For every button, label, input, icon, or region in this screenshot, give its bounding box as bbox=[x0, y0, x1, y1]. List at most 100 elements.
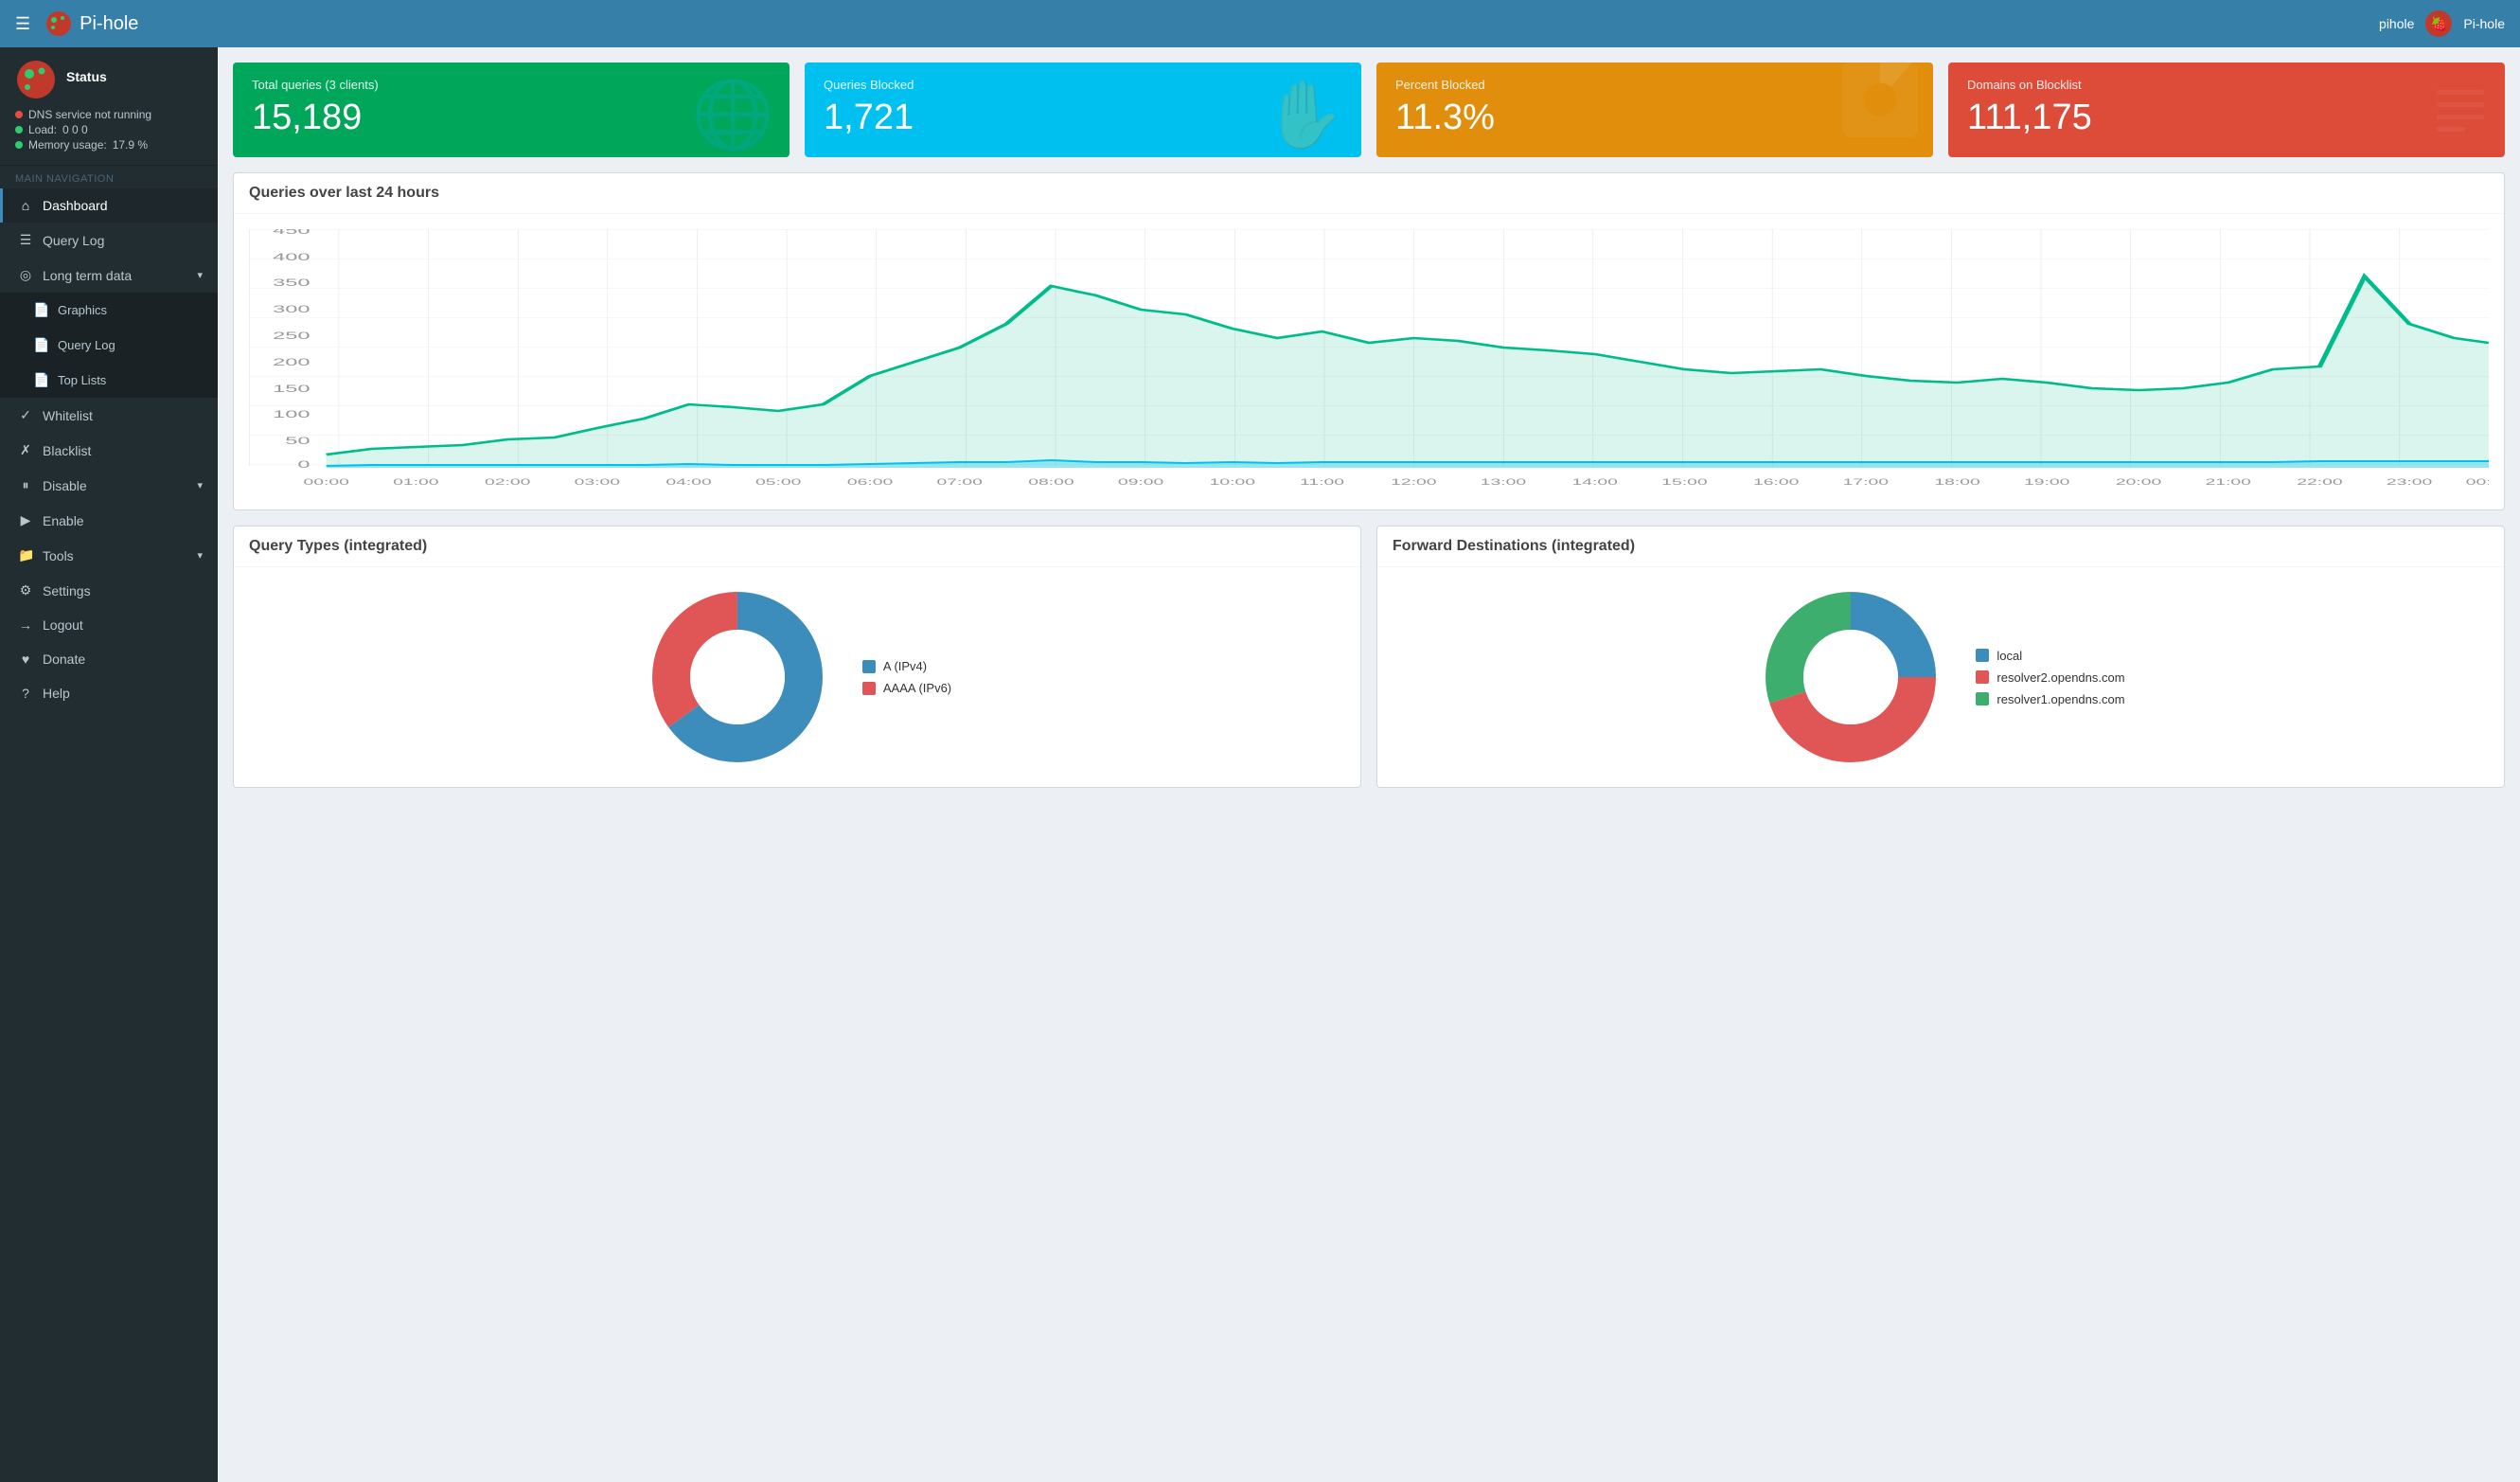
sidebar-item-sub-query-log[interactable]: 📄 Query Log bbox=[0, 328, 218, 363]
legend-label-ipv4: A (IPv4) bbox=[883, 659, 927, 673]
sidebar-item-settings[interactable]: ⚙ Settings bbox=[0, 573, 218, 608]
sidebar-item-label: Query Log bbox=[58, 338, 115, 352]
top-nav-right: pihole 🍓 Pi-hole bbox=[2379, 10, 2505, 37]
memory-status-item: Memory usage: 17.9 % bbox=[15, 138, 203, 152]
legend-item-resolver2: resolver2.opendns.com bbox=[1976, 670, 2124, 685]
status-title: Status bbox=[66, 69, 107, 84]
svg-text:21:00: 21:00 bbox=[2205, 477, 2250, 487]
queries-chart-panel: Queries over last 24 hours 450 400 bbox=[233, 172, 2505, 510]
long-term-submenu: 📄 Graphics 📄 Query Log 📄 Top Lists bbox=[0, 293, 218, 398]
sidebar-item-query-log[interactable]: ☰ Query Log bbox=[0, 223, 218, 258]
svg-text:150: 150 bbox=[273, 383, 310, 395]
svg-text:300: 300 bbox=[273, 303, 310, 315]
sidebar-item-label: Logout bbox=[43, 617, 83, 633]
sidebar-item-label: Whitelist bbox=[43, 408, 93, 423]
legend-color-resolver2 bbox=[1976, 670, 1989, 684]
logout-icon: → bbox=[18, 617, 33, 633]
svg-text:12:00: 12:00 bbox=[1391, 477, 1436, 487]
queries-chart-container: 450 400 350 300 250 200 150 100 50 0 00:… bbox=[249, 229, 2489, 494]
sidebar-item-graphics[interactable]: 📄 Graphics bbox=[0, 293, 218, 328]
main-content: Total queries (3 clients) 15,189 🌐 Queri… bbox=[218, 47, 2520, 1482]
graphics-icon: 📄 bbox=[33, 302, 48, 318]
legend-label-local: local bbox=[1996, 649, 2022, 663]
query-types-panel: Query Types (integrated) bbox=[233, 526, 1361, 788]
top-lists-icon: 📄 bbox=[33, 372, 48, 388]
svg-text:00:00: 00:00 bbox=[304, 477, 349, 487]
svg-text:04:00: 04:00 bbox=[665, 477, 711, 487]
sidebar-item-label: Help bbox=[43, 686, 70, 701]
sidebar-item-dashboard[interactable]: ⌂ Dashboard bbox=[0, 188, 218, 223]
sidebar-item-long-term-data[interactable]: ◎ Long term data ▾ bbox=[0, 258, 218, 293]
sidebar-item-tools[interactable]: 📁 Tools ▾ bbox=[0, 538, 218, 573]
svg-text:14:00: 14:00 bbox=[1572, 477, 1618, 487]
legend-color-local bbox=[1976, 649, 1989, 662]
legend-item-ipv6: AAAA (IPv6) bbox=[862, 681, 951, 695]
sidebar-item-label: Graphics bbox=[58, 303, 107, 317]
stat-label: Domains on Blocklist bbox=[1967, 78, 2486, 92]
svg-text:16:00: 16:00 bbox=[1753, 477, 1799, 487]
sidebar-item-top-lists[interactable]: 📄 Top Lists bbox=[0, 363, 218, 398]
queries-chart-body: 450 400 350 300 250 200 150 100 50 0 00:… bbox=[234, 214, 2504, 509]
forward-destinations-svg bbox=[1756, 582, 1945, 772]
query-types-legend: A (IPv4) AAAA (IPv6) bbox=[862, 659, 951, 695]
stat-card-total-queries: Total queries (3 clients) 15,189 🌐 bbox=[233, 62, 790, 157]
chevron-down-icon: ▾ bbox=[197, 269, 203, 281]
load-status-item: Load: 0 0 0 bbox=[15, 123, 203, 136]
svg-text:350: 350 bbox=[273, 277, 310, 289]
sidebar-item-enable[interactable]: ▶ Enable bbox=[0, 503, 218, 538]
load-values: 0 0 0 bbox=[62, 123, 88, 136]
sidebar-item-whitelist[interactable]: ✓ Whitelist bbox=[0, 398, 218, 433]
sidebar-item-blacklist[interactable]: ✗ Blacklist bbox=[0, 433, 218, 468]
sidebar-item-disable[interactable]: ⏸ Disable ▾ bbox=[0, 468, 218, 503]
forward-destinations-legend: local resolver2.opendns.com resolver1.op… bbox=[1976, 649, 2124, 706]
stat-value: 111,175 bbox=[1967, 98, 2486, 138]
nav-section-label: MAIN NAVIGATION bbox=[0, 166, 218, 188]
tools-icon: 📁 bbox=[18, 547, 33, 563]
queries-line-chart: 450 400 350 300 250 200 150 100 50 0 00:… bbox=[249, 229, 2489, 494]
hamburger-icon[interactable]: ☰ bbox=[15, 14, 30, 34]
load-dot bbox=[15, 126, 23, 134]
legend-color-ipv4 bbox=[862, 660, 876, 673]
user-avatar: 🍓 bbox=[2425, 10, 2452, 37]
queries-chart-title: Queries over last 24 hours bbox=[234, 173, 2504, 214]
sidebar-item-help[interactable]: ? Help bbox=[0, 676, 218, 710]
svg-text:50: 50 bbox=[285, 435, 310, 447]
blacklist-icon: ✗ bbox=[18, 442, 33, 458]
svg-text:01:00: 01:00 bbox=[393, 477, 438, 487]
pie-chart-icon bbox=[1842, 62, 1918, 148]
stat-label: Percent Blocked bbox=[1395, 78, 1914, 92]
dns-status-dot bbox=[15, 111, 23, 118]
chevron-down-icon: ▾ bbox=[197, 549, 203, 562]
legend-color-ipv6 bbox=[862, 682, 876, 695]
stat-value: 11.3% bbox=[1395, 98, 1914, 138]
hand-icon: ✋ bbox=[1264, 81, 1346, 148]
sidebar-item-label: Top Lists bbox=[58, 373, 106, 387]
query-types-svg bbox=[643, 582, 832, 772]
load-label: Load: bbox=[28, 123, 57, 136]
sidebar-item-donate[interactable]: ♥ Donate bbox=[0, 642, 218, 676]
svg-text:18:00: 18:00 bbox=[1934, 477, 1979, 487]
sidebar-item-logout[interactable]: → Logout bbox=[0, 608, 218, 642]
legend-item-ipv4: A (IPv4) bbox=[862, 659, 951, 673]
query-log-icon: ☰ bbox=[18, 232, 33, 248]
svg-text:00:00: 00:00 bbox=[2466, 477, 2489, 487]
svg-text:09:00: 09:00 bbox=[1118, 477, 1163, 487]
svg-text:17:00: 17:00 bbox=[1843, 477, 1889, 487]
memory-dot bbox=[15, 141, 23, 149]
brand-logo: Pi-hole bbox=[45, 10, 138, 37]
pihole-icon bbox=[45, 10, 72, 37]
svg-text:0: 0 bbox=[297, 458, 310, 471]
legend-item-resolver1: resolver1.opendns.com bbox=[1976, 692, 2124, 706]
svg-text:20:00: 20:00 bbox=[2116, 477, 2161, 487]
stat-card-queries-blocked: Queries Blocked 1,721 ✋ bbox=[805, 62, 1361, 157]
disable-icon: ⏸ bbox=[18, 477, 33, 493]
stat-card-percent-blocked: Percent Blocked 11.3% bbox=[1376, 62, 1933, 157]
svg-text:100: 100 bbox=[273, 408, 310, 420]
top-navbar: ☰ Pi-hole pihole 🍓 Pi-hole bbox=[0, 0, 2520, 47]
query-types-title: Query Types (integrated) bbox=[234, 527, 1360, 567]
query-types-chart bbox=[643, 582, 832, 772]
svg-text:07:00: 07:00 bbox=[936, 477, 982, 487]
help-icon: ? bbox=[18, 686, 33, 701]
sidebar-item-label: Query Log bbox=[43, 233, 104, 248]
settings-icon: ⚙ bbox=[18, 582, 33, 598]
